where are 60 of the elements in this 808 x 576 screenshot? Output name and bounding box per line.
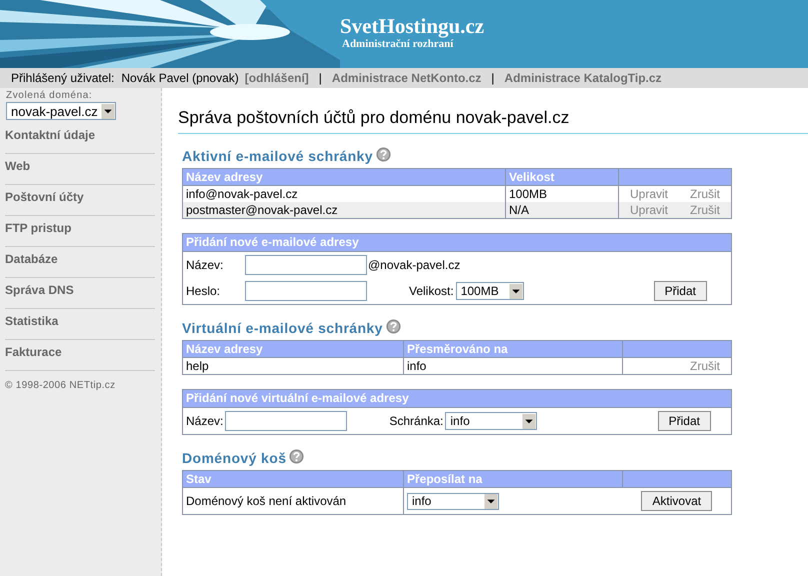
table-cell: postmaster@novak-pavel.cz — [182, 202, 506, 218]
nav-item[interactable]: Správa DNS — [5, 278, 155, 309]
activate-button[interactable]: Aktivovat — [641, 491, 712, 511]
section-heading: Aktivní e-mailové schránky — [182, 148, 373, 164]
nav-item[interactable]: FTP pristup — [5, 216, 155, 247]
nav-item[interactable]: Statistika — [5, 309, 155, 340]
site-subtitle: Administrační rozhraní — [342, 38, 454, 50]
domain-select[interactable]: novak-pavel.cz — [6, 102, 116, 120]
table-cell: help — [182, 358, 404, 374]
column-header: Přeposílat na — [404, 470, 622, 488]
field-label: Heslo: — [186, 284, 222, 298]
column-header: Stav — [182, 470, 404, 488]
admin-link[interactable]: Administrace NetKonto.cz — [332, 71, 482, 85]
section-heading: Doménový koš — [182, 450, 286, 466]
separator: | — [491, 71, 494, 85]
domain-label: Zvolená doména: — [6, 90, 94, 101]
separator: | — [318, 71, 322, 85]
help-icon[interactable] — [289, 448, 304, 464]
form-heading: Přidání nové virtuální e-mailové adresy — [183, 390, 731, 408]
logout-link[interactable]: [odhlášení] — [244, 71, 309, 85]
nav-item[interactable]: Fakturace — [5, 340, 155, 371]
field-label: Schránka: — [389, 414, 444, 428]
add-button[interactable]: Přidat — [654, 281, 707, 301]
copyright: © 1998-2006 NETtip.cz — [5, 380, 116, 391]
nav-item[interactable]: Kontaktní údaje — [5, 123, 155, 154]
input-field[interactable] — [245, 255, 367, 275]
form-heading: Přidání nové e-mailové adresy — [183, 234, 731, 252]
nav-item[interactable]: Web — [5, 154, 155, 185]
domain-suffix: @novak-pavel.cz — [368, 258, 460, 272]
column-header: Název adresy — [182, 340, 404, 358]
admin-link[interactable]: Administrace KatalogTip.cz — [504, 71, 662, 85]
help-icon[interactable] — [376, 146, 391, 162]
action-link[interactable]: Zrušit — [690, 187, 720, 201]
site-title: SvetHostingu.cz — [340, 14, 484, 38]
field-label: Název: — [186, 414, 224, 428]
input-field[interactable] — [245, 281, 367, 301]
table-cell: N/A — [506, 202, 618, 218]
user-name: Novák Pavel (pnovak) — [121, 71, 239, 85]
action-link[interactable]: Upravit — [630, 187, 668, 201]
field-label: Velikost: — [409, 284, 454, 298]
column-header: Velikost — [506, 168, 618, 186]
nav-item[interactable]: Poštovní účty — [5, 185, 155, 216]
add-button[interactable]: Přidat — [658, 411, 711, 431]
forward-select[interactable]: info — [407, 492, 499, 510]
field-label: Název: — [186, 258, 224, 272]
table-cell: info — [404, 358, 622, 374]
column-header: Přesměrováno na — [404, 340, 622, 358]
action-link[interactable]: Zrušit — [690, 203, 720, 217]
size-select[interactable]: info — [445, 412, 538, 430]
column-header: Název adresy — [182, 168, 506, 186]
input-field[interactable] — [225, 411, 348, 431]
user-label: Přihlášený uživatel: — [11, 71, 114, 85]
help-icon[interactable] — [386, 318, 401, 334]
action-link[interactable]: Upravit — [630, 203, 668, 217]
action-link[interactable]: Zrušit — [690, 359, 720, 373]
page-title: Správa poštovních účtů pro doménu novak-pavel.cz — [178, 108, 808, 134]
nav-item[interactable]: Databáze — [5, 247, 155, 278]
size-select[interactable]: 100MB — [456, 282, 524, 300]
table-cell: Doménový koš není aktivován — [182, 488, 404, 514]
section-heading: Virtuální e-mailové schránky — [182, 320, 383, 336]
